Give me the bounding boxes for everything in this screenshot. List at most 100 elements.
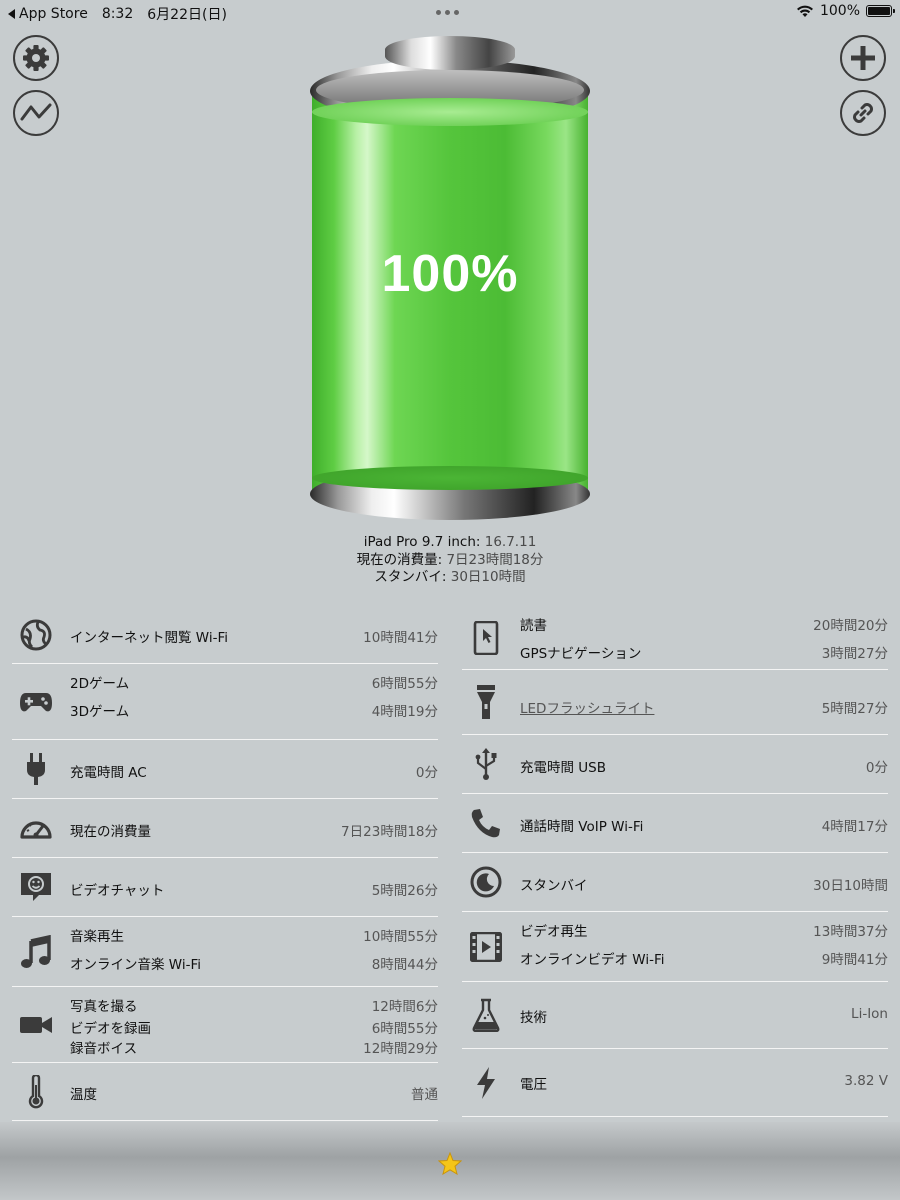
item-label: 温度	[70, 1087, 97, 1103]
star-icon	[437, 1151, 463, 1176]
item-label: ビデオ再生	[520, 924, 588, 940]
item-value: 5時間27分	[821, 701, 888, 717]
device-info: iPad Pro 9.7 inch: 16.7.11 現在の消費量: 7日23時…	[250, 534, 650, 587]
list-item-video-playback[interactable]: ビデオ再生 13時間37分 オンラインビデオ Wi-Fi 9時間41分	[462, 912, 888, 982]
item-value: 3.82 V	[844, 1073, 888, 1089]
item-value: 3時間27分	[821, 646, 888, 662]
item-label: 充電時間 USB	[520, 760, 607, 776]
item-label: オンライン音楽 Wi-Fi	[70, 957, 201, 973]
history-chart-button[interactable]	[13, 90, 59, 136]
rate-star-button[interactable]	[437, 1151, 463, 1179]
item-label: 技術	[520, 1010, 547, 1026]
item-value: 13時間37分	[813, 924, 888, 940]
item-label: 読書	[520, 618, 547, 634]
list-item-internet[interactable]: インターネット閲覧 Wi-Fi 10時間41分	[12, 606, 438, 664]
item-value: 0分	[865, 760, 888, 776]
phone-icon	[468, 805, 504, 841]
battery-percent-label: 100%	[381, 245, 519, 303]
bottom-bar	[0, 1122, 900, 1200]
link-button[interactable]	[840, 90, 886, 136]
item-label: スタンバイ	[520, 878, 588, 894]
link-icon	[853, 103, 873, 123]
list-item-video-chat[interactable]: ビデオチャット 5時間26分	[12, 858, 438, 917]
item-value: Li-Ion	[851, 1006, 888, 1022]
battery-status-icon	[866, 5, 895, 17]
music-note-icon	[18, 934, 54, 970]
list-item-current-usage[interactable]: 現在の消費量 7日23時間18分	[12, 799, 438, 858]
list-item-technology[interactable]: 技術 Li-Ion	[462, 982, 888, 1049]
device-model-line: iPad Pro 9.7 inch: 16.7.11	[363, 534, 537, 550]
usage-list-left: インターネット閲覧 Wi-Fi 10時間41分 2Dゲーム 6時間55分 3Dゲーム…	[12, 606, 438, 1121]
list-item-temperature[interactable]: 温度 普通	[12, 1063, 438, 1121]
back-triangle-icon	[8, 9, 15, 19]
list-item-music[interactable]: 音楽再生 10時間55分 オンライン音楽 Wi-Fi 8時間44分	[12, 917, 438, 987]
item-value: 10時間55分	[363, 929, 438, 945]
item-value: 8時間44分	[371, 957, 438, 973]
plus-icon	[851, 46, 875, 70]
list-item-charge-usb[interactable]: 充電時間 USB 0分	[462, 735, 888, 794]
tablet-touch-icon	[468, 620, 504, 656]
thermometer-icon	[18, 1074, 54, 1110]
add-button[interactable]	[840, 35, 886, 81]
item-value: 普通	[411, 1087, 438, 1103]
list-item-charge-ac[interactable]: 充電時間 AC 0分	[12, 740, 438, 799]
flashlight-icon	[468, 684, 504, 720]
gamepad-icon	[18, 684, 54, 720]
back-to-app-store-link[interactable]: App Store	[8, 6, 88, 22]
film-play-icon	[468, 929, 504, 965]
usb-icon	[468, 746, 504, 782]
wifi-icon	[796, 5, 813, 17]
list-item-games[interactable]: 2Dゲーム 6時間55分 3Dゲーム 4時間19分	[12, 664, 438, 740]
item-label: 電圧	[520, 1077, 547, 1093]
item-value: 7日23時間18分	[341, 824, 438, 840]
item-label: 通話時間 VoIP Wi-Fi	[520, 819, 644, 835]
item-label: 3Dゲーム	[70, 704, 130, 720]
item-label: インターネット閲覧 Wi-Fi	[70, 630, 228, 646]
globe-icon	[18, 617, 54, 653]
speedometer-icon	[18, 810, 54, 846]
status-battery-percent: 100%	[819, 3, 860, 19]
list-item-voltage[interactable]: 電圧 3.82 V	[462, 1049, 888, 1117]
device-standby-line: スタンバイ: 30日10時間	[374, 569, 526, 585]
item-value: 5時間26分	[371, 883, 438, 899]
list-item-standby[interactable]: スタンバイ 30日10時間	[462, 853, 888, 912]
video-camera-icon	[18, 1007, 54, 1043]
list-item-camera[interactable]: 写真を撮る 12時間6分 ビデオを録画 6時間55分 録音ボイス 12時間29分	[12, 987, 438, 1063]
battery-cap	[385, 36, 515, 70]
status-time: 8:32	[101, 6, 134, 22]
item-value: 4時間17分	[821, 819, 888, 835]
list-item-flashlight[interactable]: LEDフラッシュライト 5時間27分	[462, 670, 888, 735]
video-chat-icon	[18, 869, 54, 905]
item-label: 現在の消費量	[70, 824, 151, 840]
item-value: 4時間19分	[371, 704, 438, 720]
list-item-voip[interactable]: 通話時間 VoIP Wi-Fi 4時間17分	[462, 794, 888, 853]
line-chart-icon	[20, 103, 52, 121]
battery-graphic: 100%	[310, 36, 590, 520]
item-value: 9時間41分	[821, 952, 888, 968]
item-value: 6時間55分	[371, 676, 438, 692]
item-value: 12時間6分	[371, 999, 438, 1015]
back-label: App Store	[19, 6, 88, 22]
item-value: 12時間29分	[363, 1041, 438, 1057]
multitasking-dots-icon[interactable]	[436, 10, 459, 15]
settings-button[interactable]	[13, 35, 59, 81]
flashlight-link[interactable]: LEDフラッシュライト	[520, 697, 654, 717]
item-value: 0分	[415, 765, 438, 781]
moon-icon	[468, 864, 504, 900]
status-bar: App Store 8:32 6月22日(日) 100%	[0, 0, 900, 24]
item-label: 録音ボイス	[70, 1041, 138, 1057]
gear-icon	[23, 45, 49, 71]
item-value: 30日10時間	[813, 878, 888, 894]
flask-icon	[468, 997, 504, 1033]
item-label: 音楽再生	[70, 929, 124, 945]
item-label: 2Dゲーム	[70, 676, 130, 692]
lightning-icon	[468, 1065, 504, 1101]
plug-icon	[18, 751, 54, 787]
item-value: 6時間55分	[371, 1021, 438, 1037]
item-label: オンラインビデオ Wi-Fi	[520, 952, 665, 968]
item-label: ビデオチャット	[70, 883, 165, 899]
item-value: 10時間41分	[363, 630, 438, 646]
device-usage-line: 現在の消費量: 7日23時間18分	[356, 551, 544, 568]
list-item-reading[interactable]: 読書 20時間20分 GPSナビゲーション 3時間27分	[462, 606, 888, 670]
item-label: ビデオを録画	[70, 1021, 151, 1037]
